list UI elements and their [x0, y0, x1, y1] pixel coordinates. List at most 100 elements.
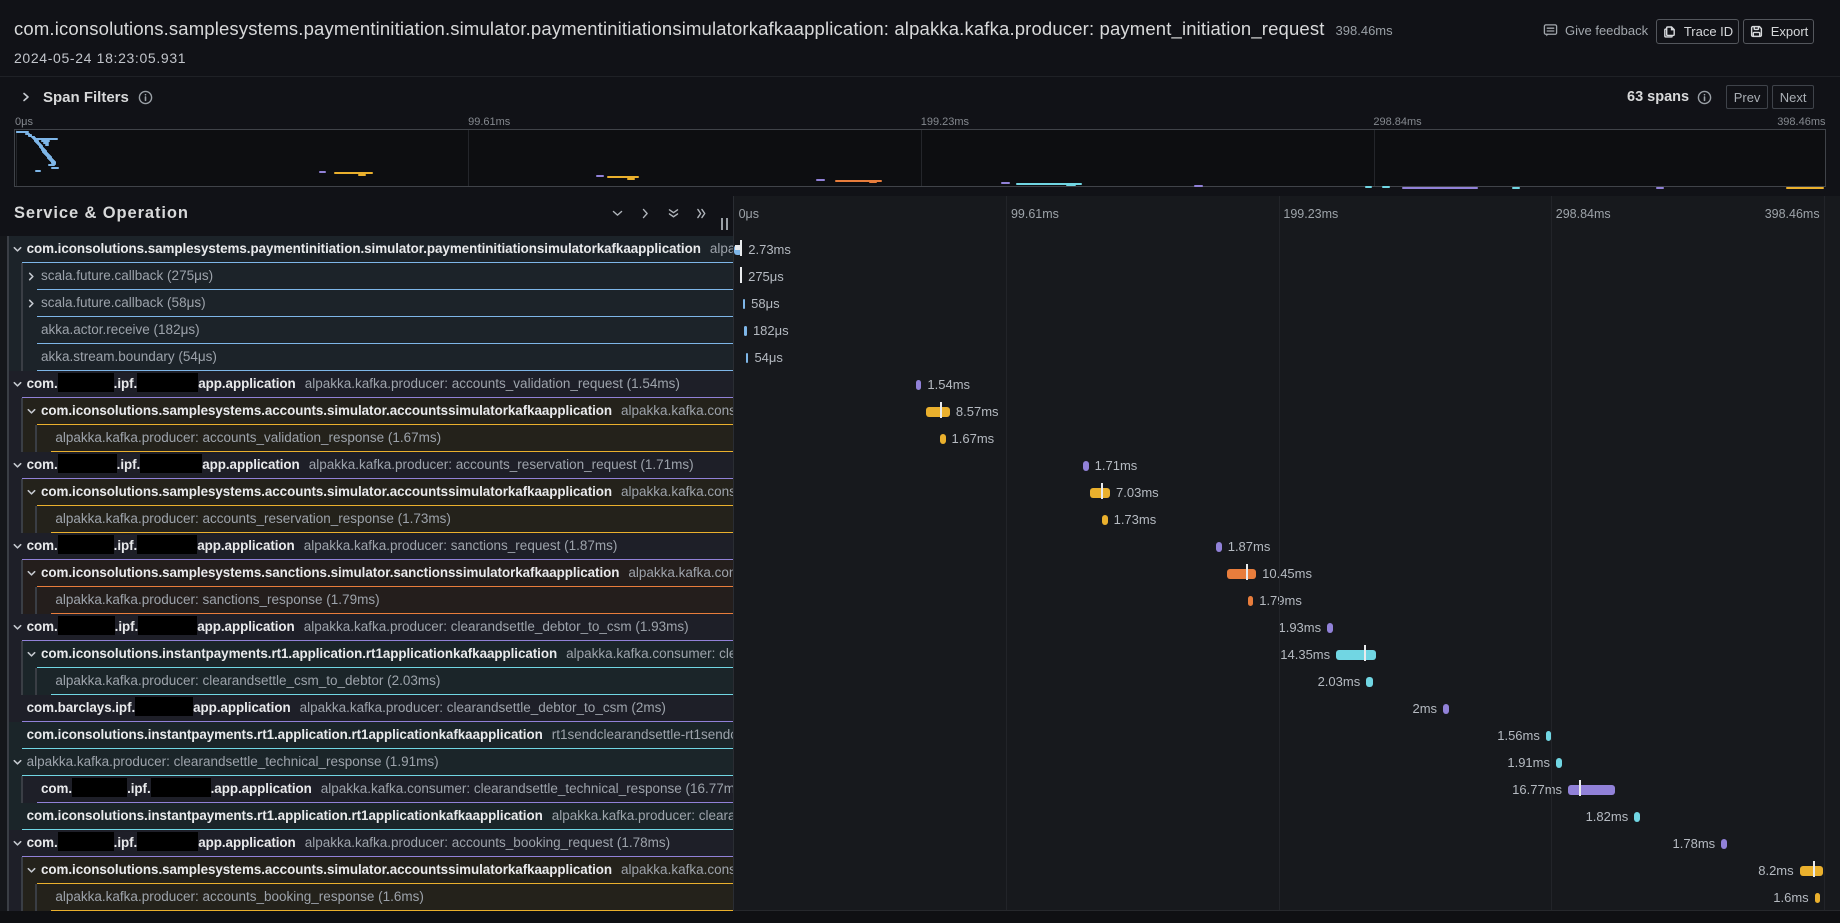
span-row-label[interactable]: scala.future.callback (275μs): [0, 263, 733, 290]
span-row-timeline[interactable]: 8.57ms: [733, 398, 1840, 425]
next-span-button[interactable]: Next: [1772, 85, 1814, 109]
span-row-timeline[interactable]: 1.93ms: [733, 614, 1840, 641]
span-row-label[interactable]: com.iconsolutions.samplesystems.paymenti…: [0, 236, 733, 263]
span-row-label[interactable]: com.barclays.ipf.app.applicationalpakka.…: [0, 695, 733, 722]
span-row-label[interactable]: alpakka.kafka.producer: clearandsettle_c…: [0, 668, 733, 695]
span-row-timeline[interactable]: 2.73ms: [733, 236, 1840, 263]
trace-id-button[interactable]: Trace ID: [1656, 19, 1739, 44]
span-bar[interactable]: [926, 407, 950, 417]
expand-all-icon[interactable]: [695, 207, 708, 220]
span-row-label[interactable]: com.iconsolutions.samplesystems.accounts…: [0, 857, 733, 884]
span-bar[interactable]: [1216, 542, 1222, 552]
span-bar[interactable]: [1721, 839, 1727, 849]
span-row-label[interactable]: com..ipf.app.applicationalpakka.kafka.pr…: [0, 830, 733, 857]
span-row-timeline[interactable]: 14.35ms: [733, 641, 1840, 668]
span-row-timeline[interactable]: 1.82ms: [733, 803, 1840, 830]
chevron-down-icon[interactable]: [12, 541, 23, 552]
chevron-down-icon[interactable]: [26, 568, 37, 579]
span-row-timeline[interactable]: 182μs: [733, 317, 1840, 344]
span-row-label[interactable]: com..ipf..app.applicationalpakka.kafka.c…: [0, 776, 733, 803]
span-row-timeline[interactable]: 7.03ms: [733, 479, 1840, 506]
span-bar[interactable]: [1546, 731, 1551, 741]
span-row-label[interactable]: alpakka.kafka.producer: accounts_reserva…: [0, 506, 733, 533]
collapse-one-icon[interactable]: [611, 207, 624, 220]
span-bar[interactable]: [940, 434, 945, 444]
span-row-timeline[interactable]: 8.2ms: [733, 857, 1840, 884]
span-bar[interactable]: [1090, 488, 1110, 498]
span-row-label[interactable]: com.iconsolutions.instantpayments.rt1.ap…: [0, 803, 733, 830]
span-row-label[interactable]: com.iconsolutions.instantpayments.rt1.ap…: [0, 641, 733, 668]
prev-span-button[interactable]: Prev: [1726, 85, 1768, 109]
span-row-timeline[interactable]: 2.03ms: [733, 668, 1840, 695]
span-bar[interactable]: [746, 353, 749, 363]
span-row-label[interactable]: com..ipf.app.applicationalpakka.kafka.pr…: [0, 533, 733, 560]
span-row-label[interactable]: com.iconsolutions.samplesystems.sanction…: [0, 560, 733, 587]
span-row-timeline[interactable]: 1.67ms: [733, 425, 1840, 452]
column-resize-handle[interactable]: [721, 218, 729, 230]
span-bar[interactable]: [743, 299, 746, 309]
chevron-down-icon[interactable]: [26, 865, 37, 876]
span-row-label[interactable]: alpakka.kafka.producer: accounts_validat…: [0, 425, 733, 452]
span-row-timeline[interactable]: 1.73ms: [733, 506, 1840, 533]
span-row-label[interactable]: akka.actor.receive (182μs): [0, 317, 733, 344]
span-bar[interactable]: [1568, 785, 1615, 795]
span-bar[interactable]: [1366, 677, 1372, 687]
chevron-down-icon[interactable]: [12, 838, 23, 849]
span-row-label[interactable]: alpakka.kafka.producer: accounts_booking…: [0, 884, 733, 911]
span-bar[interactable]: [1800, 866, 1823, 876]
span-bar[interactable]: [916, 380, 921, 390]
span-bar[interactable]: [1556, 758, 1562, 768]
span-row-timeline[interactable]: 54μs: [733, 344, 1840, 371]
span-row-label[interactable]: com.iconsolutions.instantpayments.rt1.ap…: [0, 722, 733, 749]
span-row-label[interactable]: alpakka.kafka.producer: clearandsettle_t…: [0, 749, 733, 776]
give-feedback-link[interactable]: Give feedback: [1543, 23, 1648, 38]
span-row-timeline[interactable]: 1.87ms: [733, 533, 1840, 560]
span-bar[interactable]: [1248, 596, 1254, 606]
span-bar[interactable]: [1327, 623, 1333, 633]
span-row-label[interactable]: scala.future.callback (58μs): [0, 290, 733, 317]
span-row-timeline[interactable]: 1.91ms: [733, 749, 1840, 776]
span-row-label[interactable]: com.iconsolutions.samplesystems.accounts…: [0, 398, 733, 425]
span-row-label[interactable]: akka.stream.boundary (54μs): [0, 344, 733, 371]
span-row-label[interactable]: com..ipf.app.applicationalpakka.kafka.pr…: [0, 371, 733, 398]
span-row-timeline[interactable]: 10.45ms: [733, 560, 1840, 587]
span-row-timeline[interactable]: 58μs: [733, 290, 1840, 317]
span-bar[interactable]: [1336, 650, 1376, 660]
span-row-timeline[interactable]: 2ms: [733, 695, 1840, 722]
chevron-down-icon[interactable]: [12, 757, 23, 768]
span-row-label[interactable]: alpakka.kafka.producer: sanctions_respon…: [0, 587, 733, 614]
span-row-label[interactable]: com..ipf.app.applicationalpakka.kafka.pr…: [0, 452, 733, 479]
collapse-all-icon[interactable]: [667, 207, 680, 220]
span-bar[interactable]: [1443, 704, 1449, 714]
span-row-timeline[interactable]: 1.6ms: [733, 884, 1840, 911]
span-row-label[interactable]: com.iconsolutions.samplesystems.accounts…: [0, 479, 733, 506]
chevron-right-icon[interactable]: [26, 298, 37, 309]
chevron-down-icon[interactable]: [26, 487, 37, 498]
span-row-timeline[interactable]: 275μs: [733, 263, 1840, 290]
span-row-timeline[interactable]: 1.79ms: [733, 587, 1840, 614]
span-bar[interactable]: [744, 326, 747, 336]
span-row-label[interactable]: com..ipf.app.applicationalpakka.kafka.pr…: [0, 614, 733, 641]
chevron-down-icon[interactable]: [12, 379, 23, 390]
chevron-down-icon[interactable]: [26, 649, 37, 660]
column-divider[interactable]: [733, 196, 734, 911]
chevron-down-icon[interactable]: [26, 406, 37, 417]
chevron-down-icon[interactable]: [12, 460, 23, 471]
span-row-timeline[interactable]: 1.54ms: [733, 371, 1840, 398]
trace-minimap[interactable]: [14, 129, 1826, 187]
span-bar[interactable]: [1083, 461, 1088, 471]
span-row-timeline[interactable]: 1.78ms: [733, 830, 1840, 857]
span-bar[interactable]: [1102, 515, 1108, 525]
span-bar[interactable]: [1634, 812, 1640, 822]
span-row-timeline[interactable]: 1.56ms: [733, 722, 1840, 749]
span-row-timeline[interactable]: 1.71ms: [733, 452, 1840, 479]
expand-one-icon[interactable]: [639, 207, 652, 220]
span-row-timeline[interactable]: 16.77ms: [733, 776, 1840, 803]
span-bar[interactable]: [1815, 893, 1820, 903]
span-bar[interactable]: [1227, 569, 1256, 579]
span-filters-toggle[interactable]: Span Filters: [20, 84, 153, 110]
export-button[interactable]: Export: [1743, 19, 1814, 44]
chevron-right-icon[interactable]: [26, 271, 37, 282]
chevron-down-icon[interactable]: [12, 244, 23, 255]
chevron-down-icon[interactable]: [12, 622, 23, 633]
